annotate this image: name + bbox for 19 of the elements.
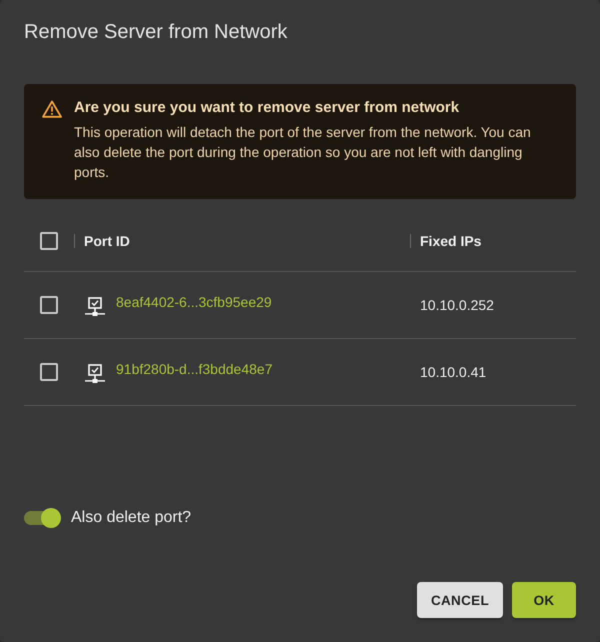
row-checkbox[interactable] [40, 363, 58, 381]
column-header: Port ID [84, 232, 130, 248]
row-checkbox[interactable] [40, 296, 58, 314]
port-id-link[interactable]: 8eaf4402-6...3cfb95ee29 [116, 294, 272, 310]
toggle-label: Also delete port? [71, 509, 192, 527]
cancel-button[interactable]: CANCEL [416, 582, 503, 618]
fixed-ip-text: 10.10.0.252 [420, 297, 494, 313]
toggle-switch[interactable] [24, 508, 60, 528]
warning-icon [42, 100, 62, 118]
ok-button[interactable]: OK [512, 582, 576, 618]
port-id-link[interactable]: 91bf280b-d...f3bdde48e7 [116, 361, 272, 377]
fixed-ip-text: 10.10.0.41 [420, 364, 486, 380]
network-monitor-icon [85, 296, 105, 316]
alert-title: Are you sure you want to remove server from network [74, 98, 460, 118]
network-monitor-icon [85, 364, 105, 382]
dialog-title: Remove Server from Network [24, 20, 288, 45]
column-header: Fixed IPs [420, 232, 482, 248]
alert-message: This operation will detach the port of the server from the network. You can also delete the port during the operation so you are not left with dangling ports. [74, 123, 532, 182]
select-all-checkbox[interactable] [40, 232, 58, 250]
